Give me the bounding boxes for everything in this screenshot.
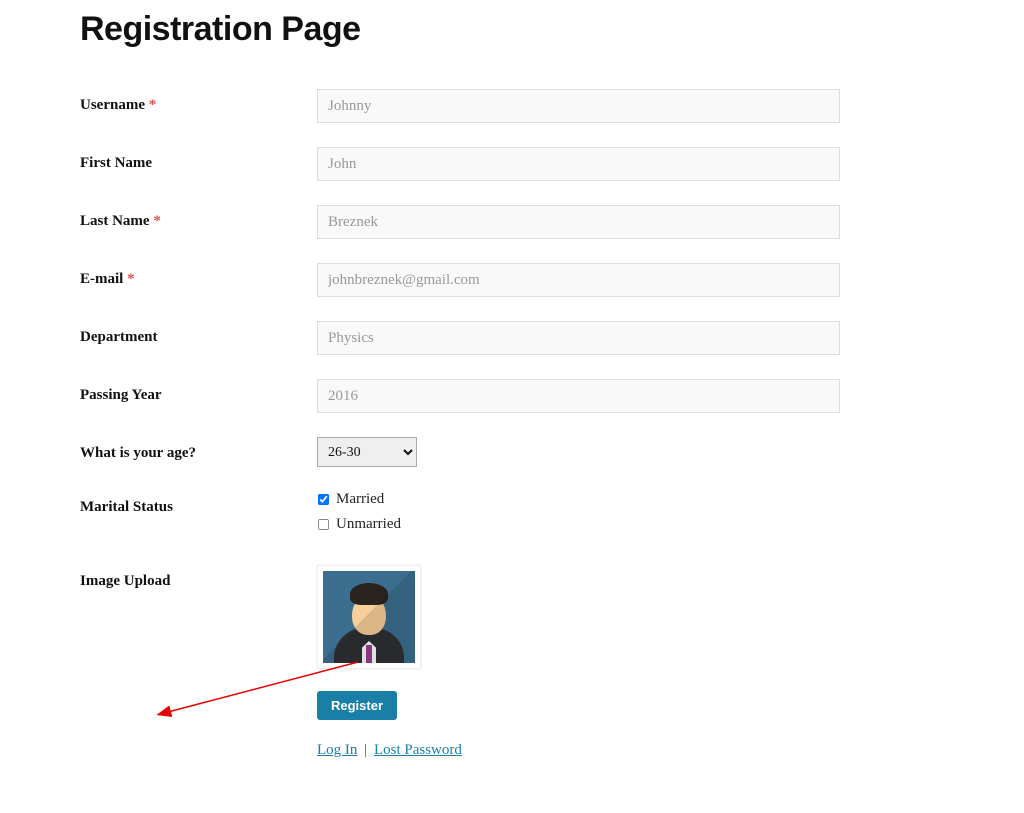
- department-input[interactable]: [317, 321, 840, 355]
- marital-option: Married: [317, 491, 944, 508]
- label-username: Username *: [80, 89, 317, 114]
- label-firstname: First Name: [80, 147, 317, 172]
- row-department: Department: [80, 321, 944, 355]
- label-passingyear-text: Passing Year: [80, 387, 162, 403]
- required-marker: *: [149, 97, 157, 113]
- register-button[interactable]: Register: [317, 691, 397, 720]
- label-firstname-text: First Name: [80, 155, 152, 171]
- required-marker: *: [127, 271, 135, 287]
- label-image-upload: Image Upload: [80, 565, 317, 590]
- label-image-upload-text: Image Upload: [80, 573, 170, 589]
- married-label: Married: [336, 491, 384, 508]
- age-select[interactable]: 26-30: [317, 437, 417, 467]
- username-input[interactable]: [317, 89, 840, 123]
- label-department-text: Department: [80, 329, 157, 345]
- avatar-icon: [323, 571, 415, 663]
- label-marital-text: Marital Status: [80, 499, 173, 515]
- required-marker: *: [153, 213, 161, 229]
- link-separator: |: [364, 742, 367, 758]
- label-email-text: E-mail: [80, 271, 123, 287]
- row-username: Username *: [80, 89, 944, 123]
- label-age-text: What is your age?: [80, 445, 196, 461]
- row-passingyear: Passing Year: [80, 379, 944, 413]
- label-lastname-text: Last Name: [80, 213, 150, 229]
- label-department: Department: [80, 321, 317, 346]
- passingyear-input[interactable]: [317, 379, 840, 413]
- married-checkbox[interactable]: [318, 494, 329, 505]
- row-lastname: Last Name *: [80, 205, 944, 239]
- row-email: E-mail *: [80, 263, 944, 297]
- label-email: E-mail *: [80, 263, 317, 288]
- login-link[interactable]: Log In: [317, 742, 357, 758]
- lost-password-link[interactable]: Lost Password: [374, 742, 462, 758]
- row-marital: Marital Status Married Unmarried: [80, 491, 944, 541]
- row-firstname: First Name: [80, 147, 944, 181]
- label-marital: Marital Status: [80, 491, 317, 516]
- marital-option: Unmarried: [317, 516, 944, 533]
- label-age: What is your age?: [80, 437, 317, 462]
- label-lastname: Last Name *: [80, 205, 317, 230]
- unmarried-checkbox[interactable]: [318, 519, 329, 530]
- email-input[interactable]: [317, 263, 840, 297]
- auth-links: Log In | Lost Password: [317, 742, 944, 759]
- avatar-upload[interactable]: [317, 565, 421, 669]
- unmarried-label: Unmarried: [336, 516, 401, 533]
- row-image-upload: Image Upload: [80, 565, 944, 759]
- row-age: What is your age? 26-30: [80, 437, 944, 467]
- label-passingyear: Passing Year: [80, 379, 317, 404]
- label-username-text: Username: [80, 97, 145, 113]
- page-title: Registration Page: [80, 10, 944, 49]
- firstname-input[interactable]: [317, 147, 840, 181]
- lastname-input[interactable]: [317, 205, 840, 239]
